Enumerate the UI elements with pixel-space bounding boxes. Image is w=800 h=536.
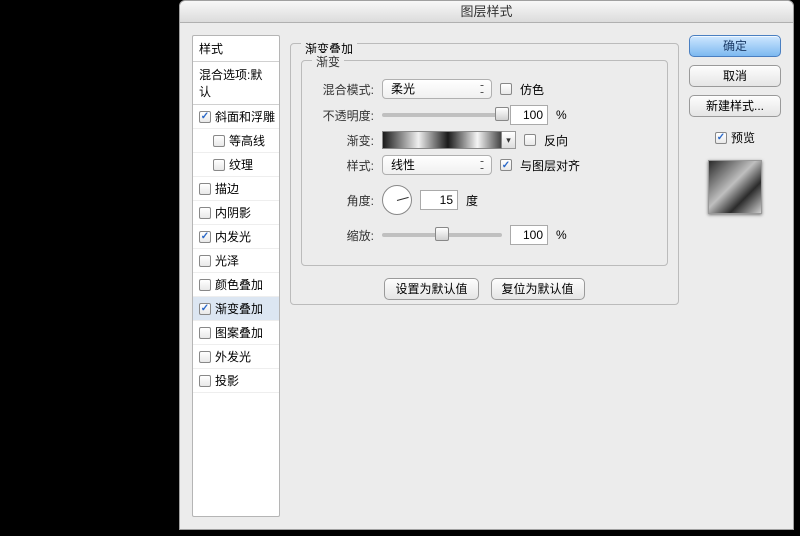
- sidebar-item-5[interactable]: 内发光: [193, 225, 279, 249]
- sidebar-checkbox-8[interactable]: [199, 303, 211, 315]
- sidebar-label-10: 外发光: [215, 348, 251, 365]
- sidebar-label-6: 光泽: [215, 252, 239, 269]
- scale-thumb[interactable]: [435, 227, 449, 241]
- preview-checkbox[interactable]: [715, 132, 727, 144]
- opacity-slider[interactable]: [382, 113, 502, 117]
- right-column: 确定 取消 新建样式... 预览: [689, 35, 781, 517]
- sidebar-checkbox-7[interactable]: [199, 279, 211, 291]
- align-checkbox[interactable]: [500, 159, 512, 171]
- gradient-label: 渐变:: [316, 132, 374, 149]
- sidebar-item-11[interactable]: 投影: [193, 369, 279, 393]
- scale-pct: %: [556, 228, 567, 242]
- sidebar-label-3: 描边: [215, 180, 239, 197]
- sidebar-checkbox-0[interactable]: [199, 111, 211, 123]
- sidebar-item-6[interactable]: 光泽: [193, 249, 279, 273]
- gradient-picker[interactable]: [382, 131, 502, 149]
- angle-input[interactable]: [420, 190, 458, 210]
- sidebar-item-7[interactable]: 颜色叠加: [193, 273, 279, 297]
- sidebar-item-9[interactable]: 图案叠加: [193, 321, 279, 345]
- dither-label: 仿色: [520, 81, 544, 98]
- dither-checkbox[interactable]: [500, 83, 512, 95]
- sidebar-header[interactable]: 样式: [193, 36, 279, 62]
- window-title: 图层样式: [180, 1, 793, 23]
- preview-swatch: [708, 160, 762, 214]
- opacity-label: 不透明度:: [316, 107, 374, 124]
- sidebar-label-1: 等高线: [229, 132, 265, 149]
- sidebar-checkbox-6[interactable]: [199, 255, 211, 267]
- blend-mode-label: 混合模式:: [316, 81, 374, 98]
- sidebar-checkbox-3[interactable]: [199, 183, 211, 195]
- sidebar-checkbox-10[interactable]: [199, 351, 211, 363]
- sidebar-label-7: 颜色叠加: [215, 276, 263, 293]
- opacity-thumb[interactable]: [495, 107, 509, 121]
- sidebar-item-1[interactable]: 等高线: [193, 129, 279, 153]
- layer-style-dialog: 图层样式 样式 混合选项:默认 斜面和浮雕等高线纹理描边内阴影内发光光泽颜色叠加…: [179, 0, 794, 530]
- angle-dial[interactable]: [382, 185, 412, 215]
- reverse-label: 反向: [544, 132, 568, 149]
- angle-label: 角度:: [316, 192, 374, 209]
- scale-slider[interactable]: [382, 233, 502, 237]
- gradient-dropdown-icon[interactable]: [502, 131, 516, 149]
- sidebar-checkbox-9[interactable]: [199, 327, 211, 339]
- sidebar-checkbox-11[interactable]: [199, 375, 211, 387]
- ok-button[interactable]: 确定: [689, 35, 781, 57]
- group-title: 渐变: [312, 53, 344, 70]
- sidebar-label-4: 内阴影: [215, 204, 251, 221]
- scale-label: 缩放:: [316, 227, 374, 244]
- preview-label: 预览: [731, 129, 755, 146]
- style-select[interactable]: 线性: [382, 155, 492, 175]
- sidebar-checkbox-2[interactable]: [213, 159, 225, 171]
- sidebar-item-0[interactable]: 斜面和浮雕: [193, 105, 279, 129]
- sidebar-label-9: 图案叠加: [215, 324, 263, 341]
- sidebar-checkbox-5[interactable]: [199, 231, 211, 243]
- sidebar-label-8: 渐变叠加: [215, 300, 263, 317]
- sidebar-label-5: 内发光: [215, 228, 251, 245]
- angle-deg: 度: [466, 192, 478, 209]
- gradient-overlay-group: 渐变叠加 渐变 混合模式: 柔光 仿色 不透明度:: [290, 43, 679, 305]
- sidebar-item-3[interactable]: 描边: [193, 177, 279, 201]
- sidebar-label-0: 斜面和浮雕: [215, 108, 275, 125]
- dialog-body: 样式 混合选项:默认 斜面和浮雕等高线纹理描边内阴影内发光光泽颜色叠加渐变叠加图…: [180, 23, 793, 529]
- sidebar-checkbox-1[interactable]: [213, 135, 225, 147]
- opacity-input[interactable]: [510, 105, 548, 125]
- sidebar-blend-options[interactable]: 混合选项:默认: [193, 62, 279, 105]
- sidebar-checkbox-4[interactable]: [199, 207, 211, 219]
- scale-input[interactable]: [510, 225, 548, 245]
- set-default-button[interactable]: 设置为默认值: [384, 278, 478, 300]
- align-label: 与图层对齐: [520, 157, 580, 174]
- sidebar-label-11: 投影: [215, 372, 239, 389]
- reverse-checkbox[interactable]: [524, 134, 536, 146]
- sidebar-item-10[interactable]: 外发光: [193, 345, 279, 369]
- main-panel: 渐变叠加 渐变 混合模式: 柔光 仿色 不透明度:: [290, 35, 679, 517]
- sidebar-item-2[interactable]: 纹理: [193, 153, 279, 177]
- cancel-button[interactable]: 取消: [689, 65, 781, 87]
- new-style-button[interactable]: 新建样式...: [689, 95, 781, 117]
- sidebar-item-4[interactable]: 内阴影: [193, 201, 279, 225]
- gradient-group: 渐变 混合模式: 柔光 仿色 不透明度: %: [301, 60, 668, 266]
- sidebar-item-8[interactable]: 渐变叠加: [193, 297, 279, 321]
- blend-mode-select[interactable]: 柔光: [382, 79, 492, 99]
- style-label: 样式:: [316, 157, 374, 174]
- sidebar-label-2: 纹理: [229, 156, 253, 173]
- opacity-pct: %: [556, 108, 567, 122]
- reset-default-button[interactable]: 复位为默认值: [491, 278, 585, 300]
- styles-sidebar: 样式 混合选项:默认 斜面和浮雕等高线纹理描边内阴影内发光光泽颜色叠加渐变叠加图…: [192, 35, 280, 517]
